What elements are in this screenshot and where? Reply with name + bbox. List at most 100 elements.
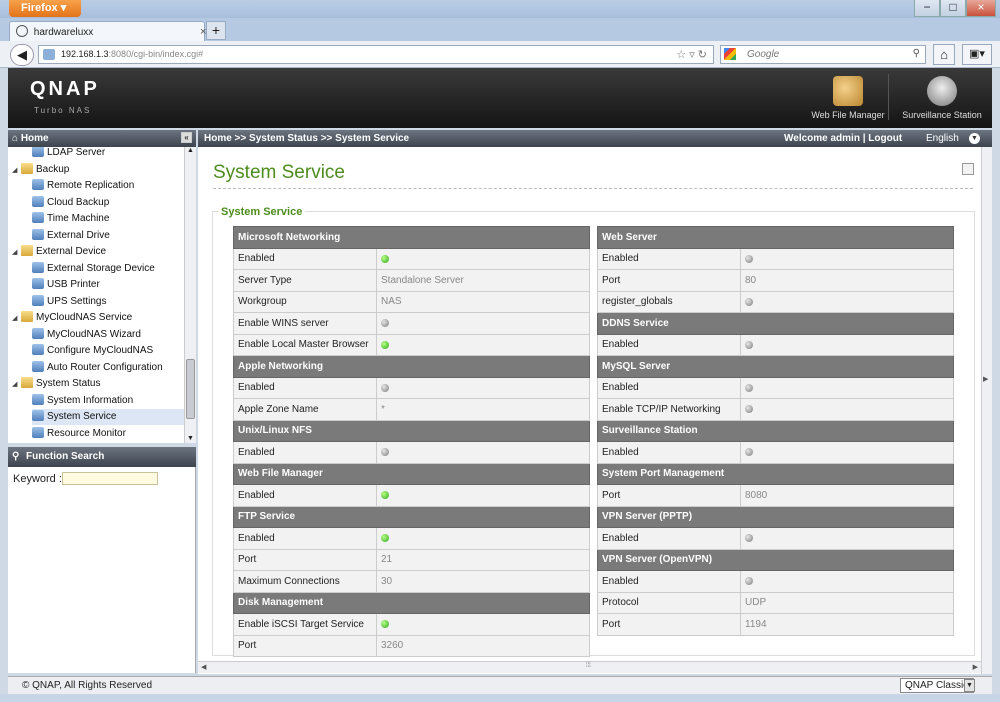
table-row: Protocol UDP [597,591,954,614]
scroll-down-icon[interactable]: ▼ [187,435,194,442]
section-title: Apple Networking [233,355,590,378]
sidebar-scrollbar[interactable]: ▲ ▼ [184,147,196,443]
web-file-manager-button[interactable]: Web File Manager [808,76,888,120]
sidebar-item[interactable]: ◢ System Status [12,376,184,392]
theme-select[interactable]: QNAP Classic [900,678,974,693]
row-label: register_globals [597,290,741,313]
new-tab-button[interactable]: + [206,21,226,40]
status-cell [740,376,954,399]
language-dropdown-icon[interactable]: ▼ [969,133,980,144]
url-host: 192.168.1.3 [61,49,109,59]
sidebar-item[interactable]: External Drive [32,228,184,244]
sidebar-item[interactable]: Configure MyCloudNAS [32,343,184,359]
sidebar-item-label: MyCloudNAS Service [36,312,133,323]
status-cell [740,333,954,356]
sidebar-item[interactable]: Auto Router Configuration [32,360,184,376]
section-title: MySQL Server [597,355,954,378]
google-icon [724,48,736,60]
table-row: register_globals [597,290,954,313]
expand-toggle-icon[interactable]: ◢ [12,245,21,261]
section-title: Surveillance Station [597,419,954,442]
url-controls-icon[interactable]: ☆ ▿ ↻ [676,48,707,61]
sidebar-item[interactable]: Time Machine [32,211,184,227]
table-row: Enabled [233,376,590,399]
welcome-logout[interactable]: Welcome admin | Logout [784,133,902,144]
scroll-grip-icon[interactable]: ⦙⦙⦙ [586,662,591,670]
scroll-left-icon[interactable]: ◀ [201,663,206,671]
feature-icon [32,195,44,207]
back-arrow-icon[interactable]: ◀ [10,44,34,66]
status-disabled-icon [745,383,753,392]
url-bar[interactable]: 192.168.1.3:8080/cgi-bin/index.cgi# ☆ ▿ … [38,45,714,64]
row-label: Enabled [233,484,377,507]
section-header-row: MySQL Server [597,355,954,378]
status-cell [740,247,954,270]
scroll-up-icon[interactable]: ▲ [187,147,194,154]
language-selector[interactable]: English [926,133,959,144]
close-window-button[interactable]: × [966,0,996,17]
maximize-button[interactable]: □ [940,0,966,17]
title-divider [213,188,973,189]
sidebar-item[interactable]: MyCloudNAS Wizard [32,327,184,343]
surveillance-station-label: Surveillance Station [902,110,982,120]
page-options-icon[interactable] [962,163,974,175]
sidebar-item[interactable]: External Storage Device [32,261,184,277]
row-value: 80 [740,269,954,292]
surveillance-station-button[interactable]: Surveillance Station [894,76,990,120]
sidebar-item[interactable]: USB Printer [32,277,184,293]
feature-icon [32,344,44,355]
sidebar-home-link[interactable]: Home [21,133,49,144]
status-enabled-icon [381,534,389,543]
section-header-row: Surveillance Station [597,419,954,442]
search-input[interactable]: Google ⚲ [720,45,926,64]
sidebar-item[interactable]: UPS Settings [32,294,184,310]
feature-icon [32,426,44,438]
feature-icon [32,393,44,405]
folder-icon [21,162,33,174]
breadcrumb[interactable]: Home >> System Status >> System Service [204,133,409,144]
sidebar-item[interactable]: Remote Replication [32,178,184,194]
table-row: Enable Local Master Browser [233,333,590,356]
status-disabled-icon [745,340,753,349]
expand-toggle-icon[interactable]: ◢ [12,311,21,327]
row-value: 3260 [376,634,590,657]
expand-toggle-icon[interactable]: ◢ [12,377,21,393]
navigation-toolbar: ◀ 192.168.1.3:8080/cgi-bin/index.cgi# ☆ … [0,41,1000,68]
theme-dropdown-icon[interactable]: ▼ [964,679,975,692]
keyword-input[interactable] [62,472,158,485]
table-row: Enable TCP/IP Networking [597,398,954,421]
sidebar-item[interactable]: ◢ External Device [12,244,184,260]
sidebar-item[interactable]: Cloud Backup [32,195,184,211]
expand-toggle-icon[interactable]: ◢ [12,163,21,179]
minimize-button[interactable]: − [914,0,940,17]
search-magnifier-icon[interactable]: ⚲ [913,48,920,59]
row-label: Port [597,269,741,292]
main-vertical-scrollbar[interactable]: ▶ [981,147,992,674]
browser-tab[interactable]: hardwareluxx × [9,21,206,41]
sidebar-item[interactable]: Resource Monitor [32,426,184,442]
sidebar-item[interactable]: System Service [32,409,184,425]
scroll-right-arrow-icon[interactable]: ▶ [983,375,988,383]
status-cell [376,441,590,464]
status-cell [376,484,590,507]
sidebar-item[interactable]: System Information [32,393,184,409]
home-icon[interactable]: ⌂ [933,44,955,65]
sidebar-item[interactable]: LDAP Server [32,147,184,161]
tab-strip: hardwareluxx × + [0,18,1000,41]
scroll-right-icon[interactable]: ▶ [973,663,978,671]
sidebar-item[interactable]: ◢ Backup [12,162,184,178]
table-row: Enabled [233,484,590,507]
row-value: 1194 [740,613,954,636]
table-row: Port 3260 [233,634,590,657]
table-row: Enabled [597,376,954,399]
section-header-row: Disk Management [233,591,590,614]
collapse-sidebar-icon[interactable]: « [181,132,192,143]
status-cell [376,247,590,270]
extensions-menu-icon[interactable]: ▣▾ [962,44,992,65]
firefox-menu-button[interactable]: Firefox ▾ [9,0,81,17]
main-horizontal-scrollbar[interactable]: ◀ ⦙⦙⦙ ▶ [198,661,981,673]
tab-favicon-icon [16,25,28,37]
sidebar-item[interactable]: ◢ MyCloudNAS Service [12,310,184,326]
sidebar-scroll-thumb[interactable] [186,359,195,419]
sidebar-item-label: Cloud Backup [47,196,110,208]
